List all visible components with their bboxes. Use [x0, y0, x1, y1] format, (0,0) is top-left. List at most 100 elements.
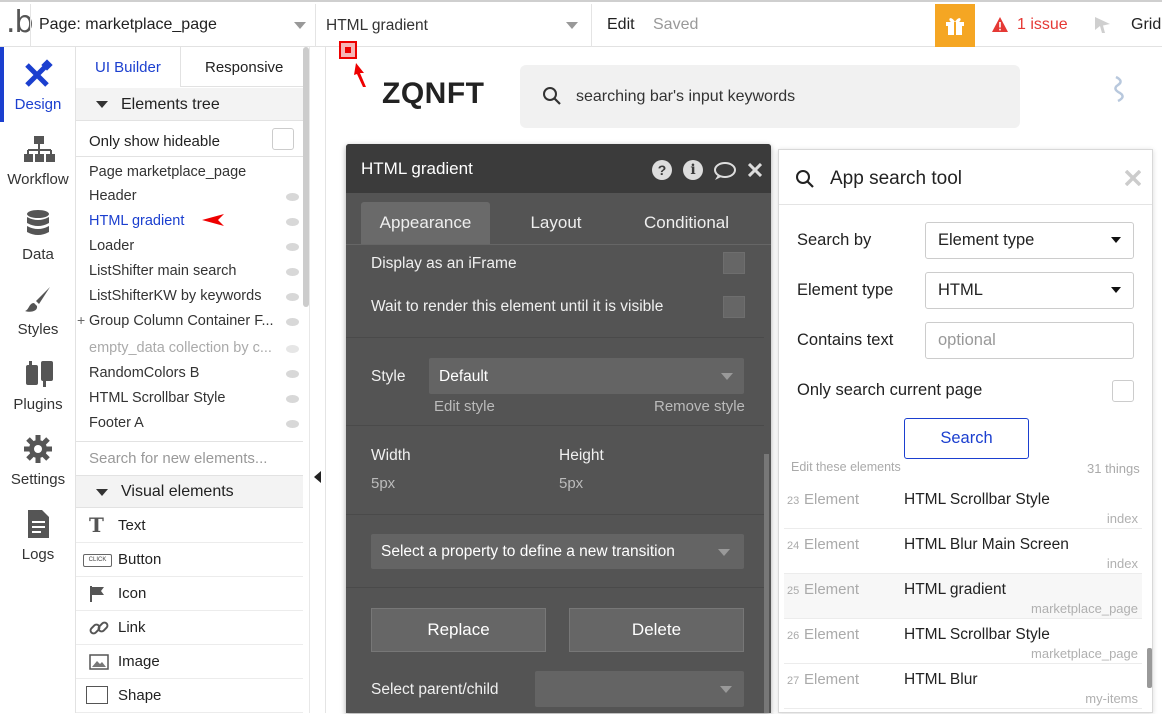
- results-scrollbar[interactable]: [1147, 648, 1152, 688]
- nav-logs[interactable]: Logs: [0, 497, 76, 572]
- nav-label: Styles: [17, 321, 59, 338]
- canvas-search-bar[interactable]: searching bar's input keywords: [520, 65, 1020, 128]
- eye-icon[interactable]: [286, 268, 299, 276]
- style-dropdown[interactable]: Default: [429, 358, 744, 394]
- tree-item-hidden[interactable]: empty_data collection by c...: [89, 340, 272, 356]
- tab-layout[interactable]: Layout: [511, 202, 601, 244]
- eye-icon[interactable]: [286, 345, 299, 353]
- only-current-page-checkbox[interactable]: [1112, 380, 1134, 402]
- visual-element-shape[interactable]: Shape: [76, 679, 303, 713]
- eye-icon[interactable]: [286, 193, 299, 201]
- visual-element-link[interactable]: Link: [76, 611, 303, 645]
- issues-button[interactable]: 1 issue: [990, 2, 1070, 47]
- eye-icon[interactable]: [286, 395, 299, 403]
- search-icon: [543, 87, 561, 105]
- visual-element-text[interactable]: T Text: [76, 509, 303, 543]
- editor-scrollbar[interactable]: [764, 454, 769, 713]
- style-label: Style: [371, 368, 406, 385]
- transition-placeholder: Select a property to define a new transi…: [381, 543, 675, 560]
- nav-data[interactable]: Data: [0, 197, 76, 272]
- result-row[interactable]: 26 Element HTML Scrollbar Style marketpl…: [784, 619, 1142, 664]
- selected-element-marker[interactable]: [339, 41, 357, 59]
- search-by-dropdown[interactable]: Element type: [925, 222, 1134, 259]
- visual-element-icon[interactable]: Icon: [76, 577, 303, 611]
- eye-icon[interactable]: [286, 420, 299, 428]
- divider: [346, 425, 764, 426]
- edit-menu[interactable]: Edit: [607, 16, 635, 34]
- tab-appearance[interactable]: Appearance: [361, 202, 490, 244]
- nav-label: Workflow: [7, 171, 69, 188]
- tab-underline: [346, 244, 771, 245]
- collapse-panel-handle[interactable]: [310, 47, 326, 713]
- info-icon[interactable]: i: [683, 160, 703, 180]
- parent-child-dropdown[interactable]: [535, 671, 744, 707]
- gift-button[interactable]: [935, 4, 975, 47]
- element-type-value: HTML: [938, 281, 983, 299]
- tree-item[interactable]: Loader: [89, 238, 134, 254]
- result-row-highlighted[interactable]: 25 Element HTML gradient marketplace_pag…: [784, 574, 1142, 619]
- eye-icon[interactable]: [286, 293, 299, 301]
- button-icon: CLICK: [83, 554, 112, 567]
- brand-logo[interactable]: ZQNFT: [382, 77, 484, 111]
- only-hideable-checkbox[interactable]: [272, 128, 294, 150]
- tab-responsive[interactable]: Responsive: [180, 47, 303, 87]
- element-type-dropdown[interactable]: HTML: [925, 272, 1134, 309]
- edit-these-elements-link[interactable]: Edit these elements: [791, 460, 901, 474]
- tab-conditional[interactable]: Conditional: [629, 202, 744, 244]
- page-select[interactable]: Page: marketplace_page: [31, 2, 315, 47]
- tree-item[interactable]: ListShifter main search: [89, 263, 236, 279]
- nav-plugins[interactable]: Plugins: [0, 347, 76, 422]
- close-icon[interactable]: [748, 163, 762, 177]
- delete-button[interactable]: Delete: [569, 608, 744, 652]
- replace-button[interactable]: Replace: [371, 608, 546, 652]
- gift-icon: [946, 18, 964, 35]
- tree-item[interactable]: Group Column Container F...: [89, 313, 274, 329]
- comment-icon[interactable]: [713, 161, 737, 181]
- chain-icon[interactable]: [1112, 75, 1126, 103]
- tree-item[interactable]: ListShifterKW by keywords: [89, 288, 261, 304]
- search-button[interactable]: Search: [904, 418, 1029, 459]
- remove-style-link[interactable]: Remove style: [654, 398, 745, 415]
- contains-text-input[interactable]: optional: [925, 322, 1134, 359]
- tree-item[interactable]: Footer A: [89, 415, 144, 431]
- width-value[interactable]: 5px: [371, 475, 395, 492]
- nav-settings[interactable]: Settings: [0, 422, 76, 497]
- nav-design[interactable]: Design: [0, 47, 76, 122]
- link-icon: [89, 621, 109, 635]
- nav-workflow[interactable]: Workflow: [0, 122, 76, 197]
- height-value[interactable]: 5px: [559, 475, 583, 492]
- close-icon[interactable]: [1125, 170, 1141, 186]
- editor-header[interactable]: HTML gradient ? i: [346, 144, 771, 193]
- result-row[interactable]: 24 Element HTML Blur Main Screen index: [784, 529, 1142, 574]
- tree-item[interactable]: Header: [89, 188, 137, 204]
- tab-ui-builder[interactable]: UI Builder: [76, 47, 180, 87]
- tree-item-selected[interactable]: HTML gradient: [89, 213, 184, 229]
- result-row[interactable]: 23 Element HTML Scrollbar Style index: [784, 484, 1142, 529]
- element-search-input[interactable]: Search for new elements...: [89, 450, 267, 467]
- display-iframe-checkbox[interactable]: [723, 252, 745, 274]
- search-by-value: Element type: [938, 231, 1035, 249]
- tree-item[interactable]: HTML Scrollbar Style: [89, 390, 225, 406]
- help-icon[interactable]: ?: [652, 160, 672, 180]
- visual-elements-header[interactable]: Visual elements: [76, 475, 303, 508]
- eye-icon[interactable]: [286, 243, 299, 251]
- eye-icon[interactable]: [286, 370, 299, 378]
- search-tool-header[interactable]: App search tool: [779, 150, 1152, 205]
- nav-styles[interactable]: Styles: [0, 272, 76, 347]
- transition-dropdown[interactable]: Select a property to define a new transi…: [371, 534, 744, 569]
- wait-render-checkbox[interactable]: [723, 296, 745, 318]
- elements-tree-header[interactable]: Elements tree: [76, 88, 303, 121]
- edit-style-link[interactable]: Edit style: [434, 398, 495, 415]
- cursor-tool-icon[interactable]: [1094, 16, 1112, 34]
- eye-icon[interactable]: [286, 318, 299, 326]
- result-row[interactable]: 27 Element HTML Blur my-items: [784, 664, 1142, 709]
- element-select[interactable]: HTML gradient: [316, 2, 591, 47]
- tree-item[interactable]: Page marketplace_page: [89, 164, 246, 180]
- grid-toggle[interactable]: Grid: [1131, 16, 1161, 34]
- eye-icon[interactable]: [286, 218, 299, 226]
- visual-element-button[interactable]: CLICK Button: [76, 543, 303, 577]
- visual-element-image[interactable]: Image: [76, 645, 303, 679]
- expand-plus-icon[interactable]: +: [77, 312, 85, 328]
- tree-item[interactable]: RandomColors B: [89, 365, 199, 381]
- bubble-logo[interactable]: .b: [6, 5, 34, 40]
